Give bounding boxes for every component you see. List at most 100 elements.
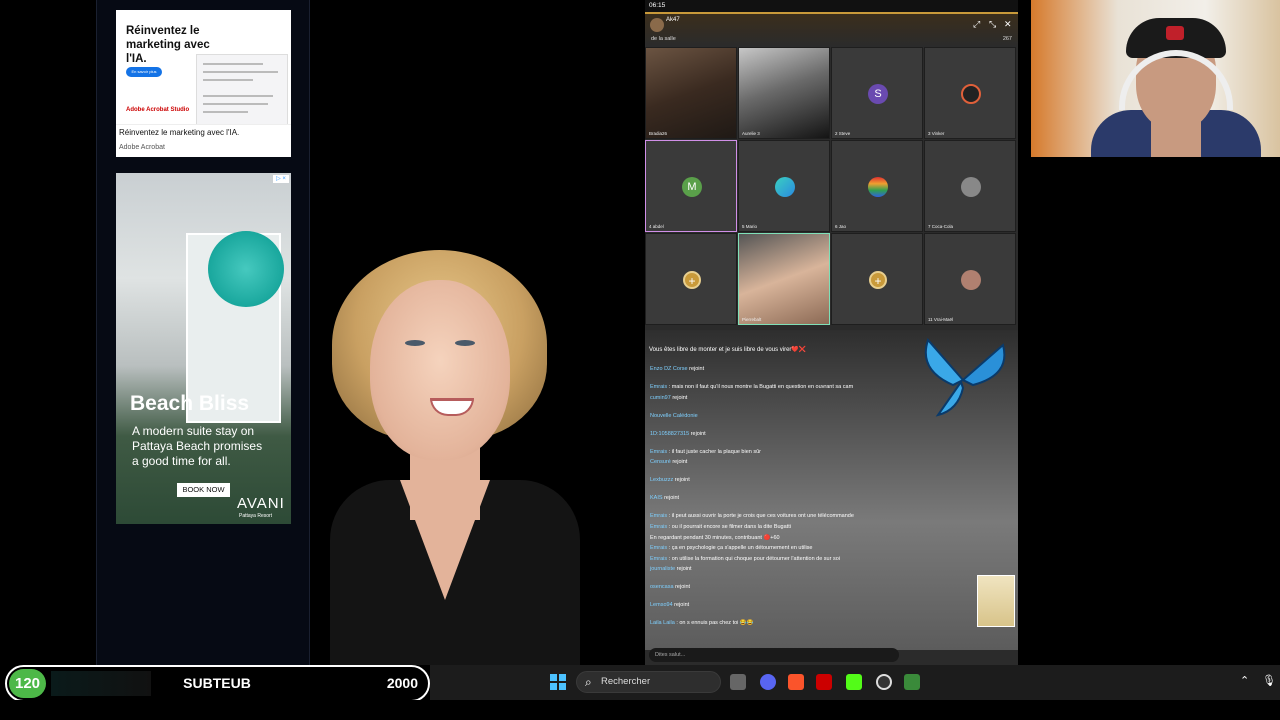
stream-app-window: 06:15 Ak47 ⤢ ⤡ ✕ de la salle 267 Bradia2… xyxy=(645,0,1018,665)
guest-tile-empty-2[interactable]: + xyxy=(831,233,923,325)
windows-taskbar: ⌕ Rechercher ⌃ 🎙 xyxy=(430,665,1280,700)
guest-tile-6[interactable]: 5 Mario xyxy=(738,140,830,232)
chat-username[interactable]: Emrais xyxy=(650,384,667,390)
avatar: S xyxy=(868,84,888,104)
guest-tile-10[interactable]: Pierrebalt xyxy=(738,233,830,325)
chat-message: 1D:1058827315 rejoint xyxy=(650,431,706,437)
obs-icon[interactable] xyxy=(876,674,892,690)
chat-text: rejoint xyxy=(675,584,691,591)
host-avatar[interactable] xyxy=(650,18,664,32)
chat-username[interactable]: Emrais xyxy=(650,524,667,530)
room-notice: Vous êtes libre de monter et je suis lib… xyxy=(649,347,807,353)
kick-icon[interactable] xyxy=(846,674,862,690)
guest-label: 11 Vrai-Maël xyxy=(928,317,954,322)
chevron-up-icon[interactable]: ⌃ xyxy=(1240,674,1249,687)
chat-username[interactable]: cumin97 xyxy=(650,395,671,401)
search-icon: ⌕ xyxy=(585,675,592,689)
chat-username[interactable]: KAIS xyxy=(650,495,663,501)
chat-username[interactable]: Nouvelle Calédonie xyxy=(650,413,698,419)
ad-adobe[interactable]: Réinventez le marketing avec l'IA. En sa… xyxy=(116,10,291,157)
avatar xyxy=(775,177,795,197)
chat-username[interactable]: Censuré xyxy=(650,459,671,465)
guest-tile-8[interactable]: 7 Coca-Cola xyxy=(924,140,1016,232)
chat-message: journaliste rejoint xyxy=(650,566,692,572)
stream-header: Ak47 ⤢ ⤡ ✕ de la salle 267 xyxy=(645,12,1018,46)
chat-username[interactable]: Laila Laila xyxy=(650,620,675,626)
chat-message: Lexbuzzz rejoint xyxy=(650,477,690,483)
task-view-icon[interactable] xyxy=(730,674,746,690)
brave-icon[interactable] xyxy=(788,674,804,690)
add-guest-icon[interactable]: + xyxy=(683,271,701,289)
guest-tile-2[interactable]: Aurelie 3 xyxy=(738,47,830,139)
guest-tile-12[interactable]: 11 Vrai-Maël xyxy=(924,233,1016,325)
guest-label: 3 Vinker xyxy=(928,131,945,136)
guest-label: Pierrebalt xyxy=(742,317,762,322)
share-icon[interactable]: ⤢ xyxy=(973,19,980,30)
chat-panel: Vous êtes libre de monter et je suis lib… xyxy=(645,330,1018,662)
chat-message: Emrais : ça en psychologie ça s'appelle … xyxy=(650,545,813,551)
book-now-button[interactable]: BOOK NOW xyxy=(177,483,230,497)
chat-text: rejoint xyxy=(689,366,705,372)
chat-username[interactable]: Emrais xyxy=(650,545,667,551)
chat-username[interactable]: osencasa xyxy=(650,584,674,590)
chat-message: Emrais : on utilise la formation qui cho… xyxy=(650,556,840,562)
chat-username[interactable]: Lemso94 xyxy=(650,602,673,608)
chat-text: rejoint xyxy=(676,566,692,573)
taskbar-search[interactable]: ⌕ Rechercher xyxy=(576,671,721,693)
chat-username[interactable]: Emrais xyxy=(650,556,667,562)
guest-label: Bradia26 xyxy=(649,131,668,136)
chat-text: : il faut juste cacher la plaque bien sû… xyxy=(668,448,761,455)
youtube-icon[interactable] xyxy=(816,674,832,690)
webcam-overlay xyxy=(1031,0,1280,157)
guest-label: 7 Coca-Cola xyxy=(928,224,954,229)
host-name[interactable]: Ak47 xyxy=(666,17,680,23)
chat-text: rejoint xyxy=(664,495,680,502)
minimize-icon[interactable]: ⤡ xyxy=(989,19,996,30)
chat-message: KAIS rejoint xyxy=(650,495,679,501)
chat-text: rejoint xyxy=(674,602,690,609)
ad-cta-button[interactable]: En savoir plus xyxy=(126,67,162,77)
guest-tile-7[interactable]: 6 Jao xyxy=(831,140,923,232)
chat-username[interactable]: journaliste xyxy=(650,566,675,572)
chat-text: rejoint xyxy=(674,477,690,484)
avatar xyxy=(868,177,888,197)
avani-logo: AVANI xyxy=(237,495,285,512)
ad-avani[interactable]: ▷ × Beach Bliss A modern suite stay on P… xyxy=(116,173,291,524)
goal-current: 120 xyxy=(9,669,46,698)
chat-message: Emrais : il peut aussi ouvrir la porte j… xyxy=(650,513,854,519)
chat-text: rejoint xyxy=(690,430,706,437)
windows-start-icon[interactable] xyxy=(550,674,566,690)
chat-message: Nouvelle Calédonie xyxy=(650,413,698,419)
chat-text: rejoint xyxy=(672,394,688,401)
avatar: M xyxy=(682,177,702,197)
chat-message: Laila Laila : on s ennuis pas chez toi 😂… xyxy=(650,620,754,626)
guest-tile-4[interactable]: 3 Vinker xyxy=(924,47,1016,139)
ad-caption[interactable]: Réinventez le marketing avec l'IA. xyxy=(119,128,291,137)
guest-tile-1[interactable]: Bradia26 xyxy=(645,47,737,139)
gift-banner[interactable] xyxy=(977,575,1015,627)
viewer-count[interactable]: 267 xyxy=(1003,36,1012,42)
room-label[interactable]: de la salle xyxy=(651,36,676,42)
guest-tile-3[interactable]: S 2 Steve xyxy=(831,47,923,139)
close-icon[interactable]: ✕ xyxy=(1004,19,1012,30)
discord-icon[interactable] xyxy=(760,674,776,690)
avatar xyxy=(961,177,981,197)
chat-text: : on s ennuis pas chez toi 😂😂 xyxy=(676,620,754,627)
chat-username[interactable]: Emrais xyxy=(650,449,667,455)
add-guest-icon[interactable]: + xyxy=(869,271,887,289)
app-icon[interactable] xyxy=(904,674,920,690)
adchoices-icon[interactable]: ▷ × xyxy=(273,175,289,183)
ad-title: Beach Bliss xyxy=(130,392,250,415)
chat-text: : mais non il faut qu'il nous montre la … xyxy=(668,384,854,391)
chat-username[interactable]: Enzo DZ Corse xyxy=(650,366,688,372)
guest-tile-5[interactable]: M 4 abdel xyxy=(645,140,737,232)
avatar xyxy=(961,270,981,290)
microphone-icon[interactable]: 🎙 xyxy=(1262,674,1276,687)
chat-input[interactable]: Dites salut... xyxy=(649,648,899,662)
chat-username[interactable]: Emrais xyxy=(650,513,667,519)
guest-label: Aurelie 3 xyxy=(742,131,760,136)
guest-tile-empty-1[interactable]: + xyxy=(645,233,737,325)
ad-source: Adobe Acrobat xyxy=(119,144,165,151)
chat-username[interactable]: 1D:1058827315 xyxy=(650,431,689,437)
chat-username[interactable]: Lexbuzzz xyxy=(650,477,673,483)
